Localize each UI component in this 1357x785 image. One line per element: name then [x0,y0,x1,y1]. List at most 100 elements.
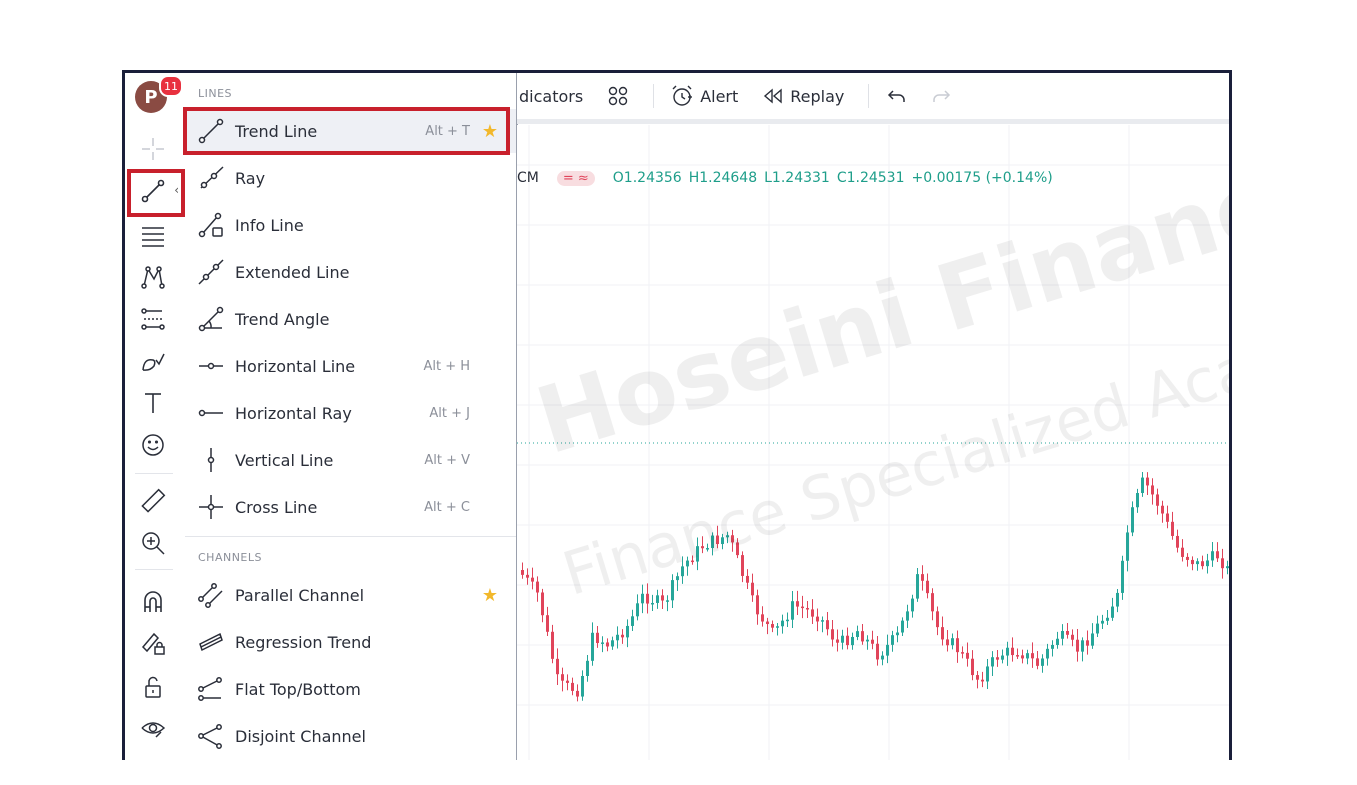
candle-body [1136,493,1139,508]
measure-tool-button[interactable] [133,483,173,519]
candle-body [816,616,819,622]
replay-button[interactable]: Replay [762,85,844,107]
candle-body [976,675,979,680]
candle-body [1206,560,1209,567]
text-icon [145,393,161,413]
price-chart[interactable] [517,125,1229,760]
candle-body [1081,640,1084,652]
menu-item-flat-top-bottom[interactable]: Flat Top/Bottom [185,667,516,711]
magnet-tool-button[interactable] [133,583,173,619]
candle-body [621,634,624,638]
candle-body [1021,655,1024,659]
candle-body [1091,633,1094,646]
templates-button[interactable] [607,85,629,107]
menu-item-label: Horizontal Line [235,356,356,376]
candle-body [1211,551,1214,561]
trend-angle-icon [196,304,226,334]
candle-body [821,620,824,622]
brush-tool-button[interactable] [133,343,173,379]
lock-drawing-button[interactable] [133,625,173,661]
menu-item-ray[interactable]: Ray [185,156,516,200]
candle-body [651,602,654,605]
candle-body [676,576,679,581]
shortcut-label: Alt + H [423,358,470,374]
magnet-icon [144,591,162,612]
candle-body [751,582,754,596]
lock-all-button[interactable] [133,669,173,705]
candle-body [826,620,829,630]
hide-drawings-button[interactable] [133,711,173,747]
candle-body [786,619,789,622]
cross-line-icon [196,492,226,522]
candlestick-chart[interactable] [517,125,1232,760]
candle-body [756,595,759,615]
candle-body [1011,647,1014,656]
crosshair-tool-button[interactable] [133,131,173,167]
zoom-tool-button[interactable] [133,525,173,561]
disjoint-channel-icon [196,721,226,751]
shortcut-label: Alt + C [424,499,470,515]
redo-button[interactable] [931,85,953,107]
zoom-in-icon [142,532,165,555]
menu-item-label: Horizontal Ray [235,403,352,423]
fib-tool-button[interactable] [133,218,173,254]
text-tool-button[interactable] [133,385,173,421]
compare-badge[interactable]: = ≈ [556,170,595,186]
candle-body [1156,494,1159,506]
prediction-tool-button[interactable] [133,301,173,337]
menu-item-info-line[interactable]: Info Line [185,203,516,247]
section-title-channels: CHANNELS [198,551,262,564]
candle-body [916,574,919,599]
candle-body [1221,558,1224,569]
menu-item-trend-angle[interactable]: Trend Angle [185,297,516,341]
candle-body [1141,477,1144,494]
highlight-box-toolbar [127,169,185,217]
menu-item-vertical-line[interactable]: Vertical Line Alt + V [185,438,516,482]
toolbar-divider [868,84,870,108]
candle-body [576,690,579,697]
star-icon[interactable]: ★ [482,585,498,606]
menu-item-horizontal-ray[interactable]: Horizontal Ray Alt + J [185,391,516,435]
candle-body [1131,507,1134,533]
candle-body [741,555,744,576]
candle-body [1146,477,1149,486]
candle-body [566,680,569,683]
candle-body [686,560,689,567]
candle-body [1106,617,1109,621]
fib-retracement-icon [142,227,164,247]
menu-item-disjoint-channel[interactable]: Disjoint Channel [185,714,516,758]
candle-body [1041,658,1044,666]
candle-body [966,652,969,659]
prediction-icon [141,308,165,330]
menu-item-cross-line[interactable]: Cross Line Alt + C [185,485,516,529]
menu-item-extended-line[interactable]: Extended Line [185,250,516,294]
menu-item-horizontal-line[interactable]: Horizontal Line Alt + H [185,344,516,388]
eye-icon [141,722,166,738]
candle-body [571,682,574,691]
menu-item-regression-trend[interactable]: Regression Trend [185,620,516,664]
candle-body [996,657,999,660]
candle-body [1226,566,1229,569]
candle-body [1051,644,1054,649]
pattern-tool-button[interactable] [133,259,173,295]
emoji-tool-button[interactable] [133,427,173,463]
menu-item-label: Ray [235,168,266,188]
line-tools-dropdown: LINES Trend Line Alt + T ★ Ray Info Line… [183,73,518,760]
alert-button[interactable]: Alert [670,84,738,108]
candle-body [936,611,939,628]
undo-button[interactable] [885,85,907,107]
info-line-icon [196,210,226,240]
menu-item-label: Vertical Line [235,450,334,470]
symbol-label[interactable]: CM [517,170,539,186]
low-value: L1.24331 [764,170,830,186]
candle-body [921,574,924,581]
indicators-button[interactable]: dicators [519,87,583,106]
avatar-letter: P [144,86,158,108]
candle-body [981,679,984,682]
candle-body [1101,620,1104,624]
candle-body [696,546,699,562]
close-value: C1.24531 [836,170,905,186]
candle-body [986,666,989,682]
candle-body [1176,535,1179,548]
menu-item-parallel-channel[interactable]: Parallel Channel ★ [185,573,516,617]
